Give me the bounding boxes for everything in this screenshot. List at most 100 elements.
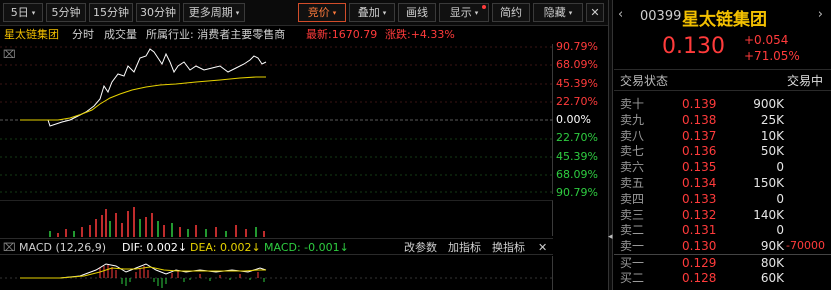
order-price: 0.131: [682, 223, 717, 238]
macd-close-icon[interactable]: ✕: [538, 239, 547, 256]
pct-label-down-2: 45.39%: [556, 150, 598, 163]
price-change-pct: +71.05%: [744, 49, 800, 63]
volume-chart[interactable]: [0, 200, 553, 237]
intraday-price-chart[interactable]: ⌧: [0, 44, 553, 194]
order-price: 0.138: [682, 112, 717, 127]
ask-row[interactable]: 卖四 0.133 0: [614, 191, 831, 207]
order-price: 0.137: [682, 128, 717, 143]
close-icon[interactable]: ✕: [586, 3, 604, 22]
volume-label[interactable]: 成交量: [104, 27, 137, 43]
ask-row[interactable]: 卖八 0.137 10K: [614, 128, 831, 144]
macd-histogram: [99, 264, 265, 288]
order-price: 0.135: [682, 160, 717, 175]
period-30min-button[interactable]: 30分钟: [136, 3, 180, 22]
order-quantity: 140K: [753, 207, 784, 222]
macd-chart-svg: [0, 263, 553, 288]
order-level-label: 卖三: [620, 207, 645, 222]
order-quantity: 0: [776, 160, 784, 175]
bid-row[interactable]: 买一 0.129 80K: [614, 254, 831, 270]
ask-row[interactable]: 卖二 0.131 0: [614, 222, 831, 238]
pct-label-up-2: 68.09%: [556, 58, 598, 71]
change-params-button[interactable]: 改参数: [404, 239, 437, 256]
period-15min-button[interactable]: 15分钟: [89, 3, 133, 22]
order-level-label: 卖四: [620, 191, 645, 206]
trade-status-label: 交易状态: [620, 74, 669, 88]
collapse-icon[interactable]: ⌧: [3, 48, 16, 61]
hide-button[interactable]: 隐藏 ▾: [533, 3, 583, 22]
ask-row[interactable]: 卖一 0.130 90K -70000: [614, 238, 831, 254]
macd-dea-value: DEA: 0.002↓: [190, 241, 261, 254]
bid-row[interactable]: 买二 0.128 60K: [614, 270, 831, 286]
order-quantity: 80K: [760, 256, 784, 270]
ask-row[interactable]: 卖七 0.136 50K: [614, 143, 831, 159]
forward-chevron-icon[interactable]: ›: [818, 7, 823, 22]
back-chevron-icon[interactable]: ‹: [618, 7, 623, 22]
order-level-label: 卖七: [620, 144, 645, 159]
display-button[interactable]: 显示 ▾: [439, 3, 489, 22]
order-price: 0.129: [682, 256, 717, 270]
draw-line-button[interactable]: 画线: [398, 3, 436, 22]
order-level-label: 买二: [620, 270, 645, 285]
chart-toolbar: 5日 ▾ 5分钟 15分钟 30分钟 更多周期 ▾ 竞价 ▾ 叠加 ▾ 画线 显示 ▾ 简…: [0, 0, 608, 26]
order-price: 0.132: [682, 207, 717, 222]
ask-row[interactable]: 卖九 0.138 25K: [614, 112, 831, 128]
period-5min-button[interactable]: 5分钟: [46, 3, 86, 22]
order-quantity: 60K: [760, 270, 784, 285]
current-price: 0.130: [662, 34, 725, 59]
order-price: 0.134: [682, 176, 717, 190]
order-quantity: 10K: [760, 128, 784, 143]
order-quantity: 25K: [760, 112, 784, 127]
ask-row[interactable]: 卖六 0.135 0: [614, 159, 831, 175]
switch-indicator-button[interactable]: 换指标: [492, 239, 525, 256]
average-line: [20, 76, 266, 121]
macd-collapse-icon[interactable]: ⌧: [3, 239, 16, 256]
auction-button[interactable]: 竞价 ▾: [298, 3, 346, 22]
notification-dot: [482, 5, 486, 9]
order-quantity: 0: [776, 191, 784, 206]
macd-label[interactable]: MACD (12,26,9): [19, 239, 106, 256]
order-level-label: 买一: [620, 256, 645, 270]
more-periods-button[interactable]: 更多周期 ▾: [183, 3, 245, 22]
order-quantity: 900K: [753, 97, 784, 111]
order-price: 0.139: [682, 97, 717, 111]
order-quantity-change: -70000: [786, 239, 825, 253]
expand-arrow-icon[interactable]: ◂: [608, 232, 613, 242]
order-level-label: 卖九: [620, 112, 645, 127]
change-pct-value: 涨跌:+4.33%: [385, 28, 455, 41]
order-price: 0.133: [682, 191, 717, 206]
chart-gridlines: [0, 46, 553, 193]
intraday-mode-label[interactable]: 分时: [72, 27, 94, 43]
macd-indicator-bar: ⌧ MACD (12,26,9) DIF: 0.002↓ DEA: 0.002↓…: [0, 238, 553, 255]
trade-status-row: 交易状态 交易中: [614, 71, 831, 91]
chart-info-line: 星太链集团 分时 成交量 所属行业: 消费者主要零售商 最新:1670.79 涨…: [0, 27, 554, 43]
pct-label-zero: 0.00%: [556, 113, 591, 126]
stock-name: 星太链集团: [682, 10, 767, 30]
order-quantity: 0: [776, 223, 784, 238]
pct-label-down-1: 22.70%: [556, 131, 598, 144]
order-quantity: 90K: [760, 239, 784, 254]
add-indicator-button[interactable]: 加指标: [448, 239, 481, 256]
order-price: 0.130: [682, 239, 717, 254]
order-level-label: 卖六: [620, 160, 645, 175]
stock-name-label: 星太链集团: [4, 28, 59, 41]
volume-bars: [49, 207, 265, 237]
simple-mode-button[interactable]: 简约: [492, 3, 530, 22]
pct-label-up-3: 45.39%: [556, 77, 598, 90]
order-level-label: 卖五: [620, 176, 645, 190]
industry-label: 所属行业: 消费者主要零售商: [146, 28, 286, 41]
latest-index-value: 最新:1670.79: [306, 28, 378, 41]
ask-row[interactable]: 卖五 0.134 150K: [614, 175, 831, 191]
macd-chart[interactable]: [0, 256, 553, 290]
period-5day-button[interactable]: 5日 ▾: [3, 3, 43, 22]
pct-label-down-4: 90.79%: [556, 186, 598, 199]
macd-dea-line: [20, 266, 266, 279]
stock-code: 00399: [640, 9, 682, 24]
order-level-label: 卖十: [620, 97, 645, 111]
panel-splitter[interactable]: ◂: [608, 0, 613, 290]
ask-row[interactable]: 卖三 0.132 140K: [614, 207, 831, 223]
trade-status-value: 交易中: [786, 74, 823, 88]
ask-row[interactable]: 卖十 0.139 900K: [614, 96, 831, 112]
order-price: 0.128: [682, 270, 717, 285]
overlay-button[interactable]: 叠加 ▾: [349, 3, 395, 22]
quote-header: ‹ 00399 星太链集团 › 0.130 +0.054 +71.05%: [614, 0, 831, 70]
